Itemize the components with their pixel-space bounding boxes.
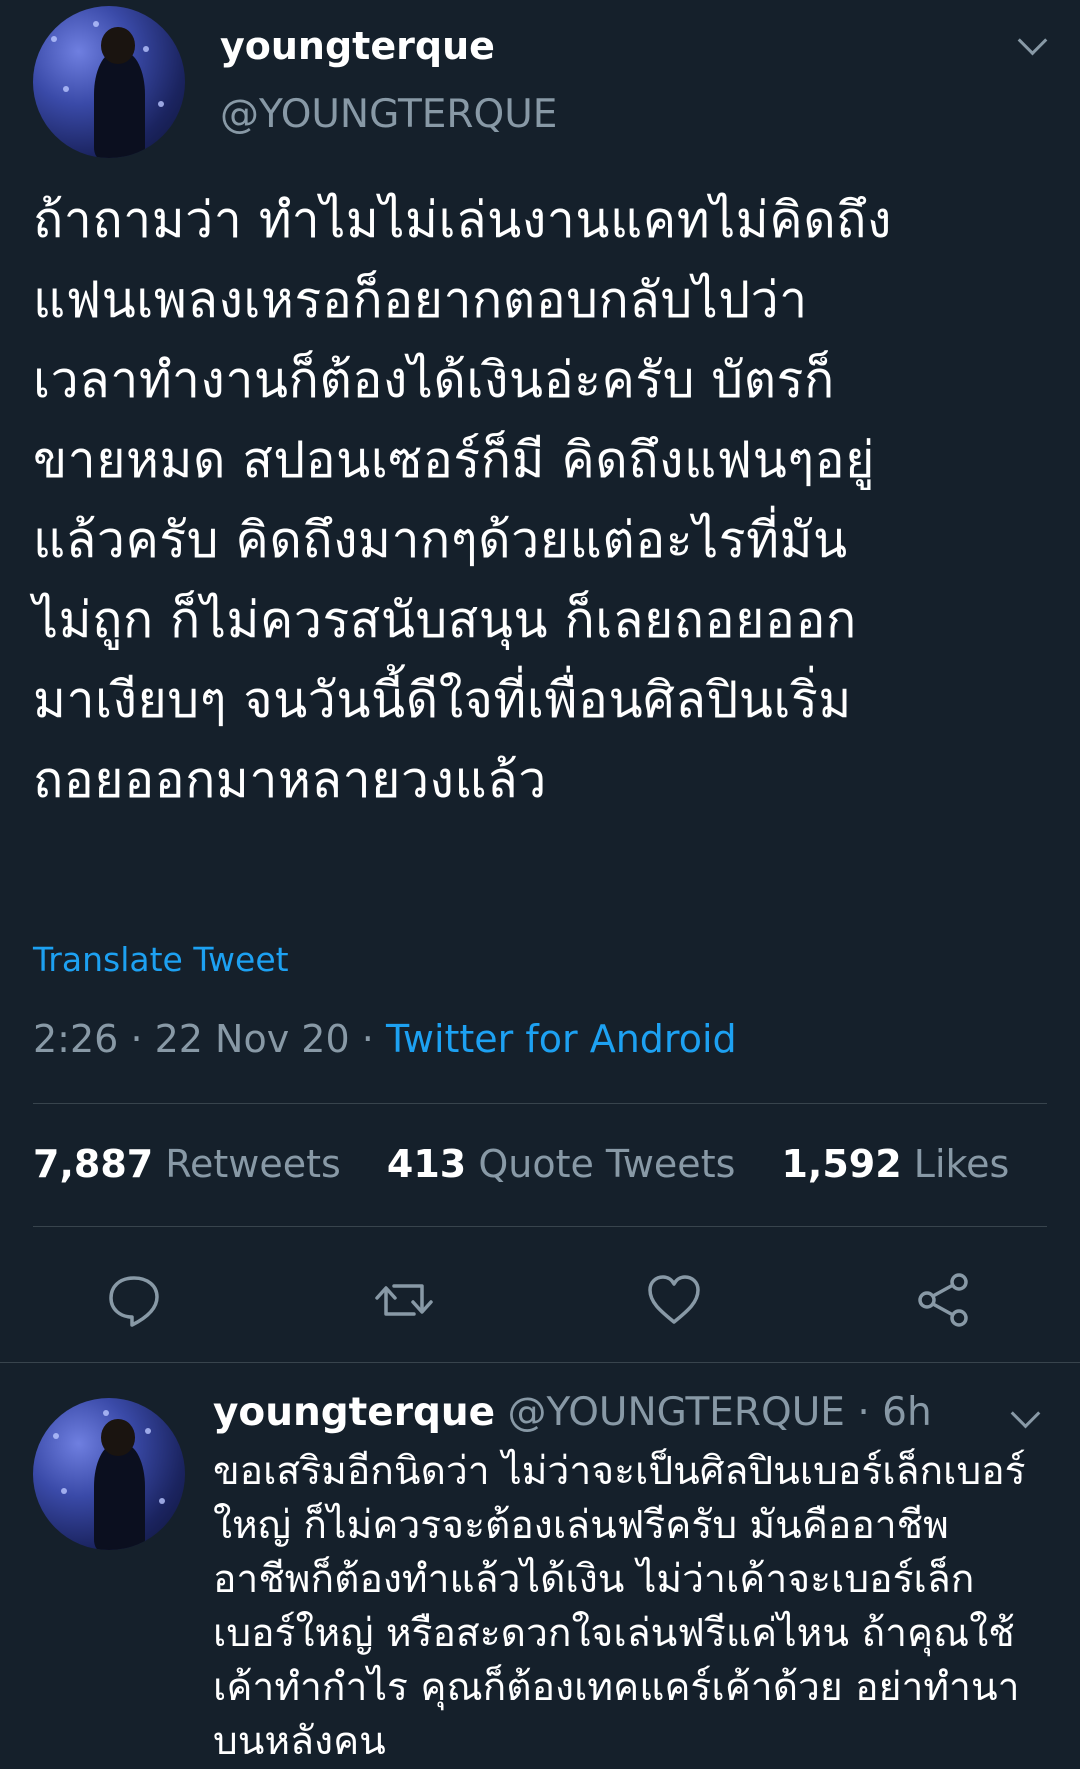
reply-icon[interactable]	[104, 1270, 164, 1330]
section-divider	[0, 1362, 1080, 1363]
like-icon[interactable]	[644, 1270, 704, 1330]
retweets-label: Retweets	[165, 1142, 341, 1186]
reply-author-name[interactable]: youngterque	[213, 1390, 495, 1435]
quote-tweets-stat[interactable]: 413 Quote Tweets	[387, 1142, 735, 1186]
likes-stat[interactable]: 1,592 Likes	[781, 1142, 1009, 1186]
likes-label: Likes	[913, 1142, 1010, 1186]
meta-separator: ·	[130, 1017, 143, 1061]
retweet-icon[interactable]	[374, 1270, 434, 1330]
tweet-stats: 7,887 Retweets 413 Quote Tweets 1,592 Li…	[33, 1142, 1043, 1186]
quotes-label: Quote Tweets	[478, 1142, 736, 1186]
divider	[33, 1103, 1047, 1104]
tweet-meta: 2:26 · 22 Nov 20 · Twitter for Android	[33, 1017, 737, 1061]
reply-separator: ·	[857, 1390, 870, 1435]
reply-text: ขอเสริมอีกนิดว่า ไม่ว่าจะเป็นศิลปินเบอร์…	[213, 1449, 1026, 1764]
retweets-count: 7,887	[33, 1142, 154, 1186]
author-name[interactable]: youngterque	[220, 24, 495, 68]
author-handle[interactable]: @YOUNGTERQUE	[220, 92, 557, 137]
tweet-time: 2:26	[33, 1017, 119, 1061]
divider	[33, 1226, 1047, 1227]
avatar[interactable]	[33, 1398, 185, 1550]
reply-age[interactable]: 6h	[882, 1390, 932, 1435]
tweet-date: 22 Nov 20	[154, 1017, 350, 1061]
meta-separator: ·	[361, 1017, 374, 1061]
quotes-count: 413	[386, 1142, 467, 1186]
chevron-down-icon[interactable]	[1010, 1398, 1041, 1429]
main-tweet: youngterque @YOUNGTERQUE ถ้าถามว่า ทำไมไ…	[0, 0, 1080, 1362]
action-bar	[0, 1270, 1080, 1330]
avatar[interactable]	[33, 6, 185, 158]
reply-author-handle[interactable]: @YOUNGTERQUE	[508, 1390, 845, 1435]
retweets-stat[interactable]: 7,887 Retweets	[33, 1142, 341, 1186]
reply-header: youngterque @YOUNGTERQUE · 6h	[213, 1390, 932, 1435]
tweet-text: ถ้าถามว่า ทำไมไม่เล่นงานแคทไม่คิดถึง แฟน…	[33, 191, 892, 809]
share-icon[interactable]	[914, 1270, 974, 1330]
chevron-down-icon[interactable]	[1017, 25, 1048, 56]
translate-tweet-link[interactable]: Translate Tweet	[33, 940, 289, 979]
tweet-source-link[interactable]: Twitter for Android	[386, 1017, 737, 1061]
likes-count: 1,592	[781, 1142, 902, 1186]
